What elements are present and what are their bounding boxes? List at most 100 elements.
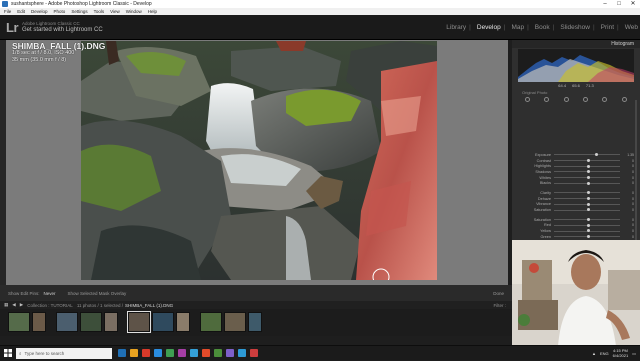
slider-track[interactable] xyxy=(554,175,620,179)
filmstrip-thumbnail[interactable] xyxy=(224,312,246,332)
slider-knob[interactable] xyxy=(587,191,590,195)
notification-icon[interactable]: ▭ xyxy=(632,351,636,356)
module-web[interactable]: Web xyxy=(622,24,638,31)
slider-value[interactable]: 0 xyxy=(620,223,634,227)
slider-value[interactable]: 0 xyxy=(620,159,634,163)
spot-removal-icon[interactable] xyxy=(544,97,550,102)
slider-value[interactable]: 1.35 xyxy=(620,153,634,157)
taskbar-app-icon[interactable] xyxy=(154,349,162,357)
slider-track[interactable] xyxy=(554,181,620,185)
menu-view[interactable]: View xyxy=(110,9,120,14)
adjustment-brush-icon[interactable] xyxy=(621,97,627,102)
slider-knob[interactable] xyxy=(594,153,598,157)
slider-knob[interactable] xyxy=(587,175,590,179)
filmstrip-thumbnail[interactable] xyxy=(32,312,46,332)
slider-value[interactable]: 0 xyxy=(620,170,634,174)
photo-preview[interactable] xyxy=(81,41,437,280)
slider-track[interactable] xyxy=(554,235,620,239)
slider-value[interactable]: 0 xyxy=(620,208,634,212)
slider-knob[interactable] xyxy=(587,170,590,174)
histogram[interactable] xyxy=(518,49,634,82)
edit-pins-select[interactable]: Never xyxy=(44,291,56,296)
module-library[interactable]: Library xyxy=(443,24,466,31)
slider-knob[interactable] xyxy=(587,164,590,168)
forward-arrow-icon[interactable]: ▶ xyxy=(20,302,23,308)
module-print[interactable]: Print xyxy=(598,24,614,31)
taskbar-app-icon[interactable] xyxy=(250,349,258,357)
filmstrip-thumbnail[interactable] xyxy=(248,312,262,332)
original-photo-label[interactable]: Original Photo xyxy=(522,90,547,95)
red-eye-icon[interactable] xyxy=(563,97,569,102)
histogram-header[interactable]: Histogram xyxy=(512,40,640,48)
menu-tools[interactable]: Tools xyxy=(94,9,105,14)
maximize-button[interactable]: □ xyxy=(612,0,626,8)
taskbar-app-icon[interactable] xyxy=(142,349,150,357)
back-arrow-icon[interactable]: ◀ xyxy=(12,302,15,308)
radial-filter-icon[interactable] xyxy=(602,97,608,102)
network-icon[interactable]: ▲ xyxy=(592,351,596,356)
clock[interactable]: 4:15 PM 6/4/2021 xyxy=(613,348,629,358)
slider-track[interactable] xyxy=(554,208,620,212)
taskbar-app-icon[interactable] xyxy=(166,349,174,357)
slider-track[interactable] xyxy=(554,229,620,233)
taskbar-app-icon[interactable] xyxy=(178,349,186,357)
crop-tool-icon[interactable] xyxy=(525,97,531,102)
menu-file[interactable]: File xyxy=(4,9,11,14)
graduated-filter-icon[interactable] xyxy=(583,97,589,102)
slider-value[interactable]: 0 xyxy=(620,235,634,239)
filmstrip-thumbnail[interactable] xyxy=(200,312,222,332)
slider-track[interactable] xyxy=(554,170,620,174)
language-indicator[interactable]: ENG xyxy=(600,351,609,356)
filmstrip-thumbnail[interactable] xyxy=(8,312,30,332)
taskbar-app-icon[interactable] xyxy=(226,349,234,357)
slider-value[interactable]: 0 xyxy=(620,181,634,185)
minimize-button[interactable]: – xyxy=(598,0,612,8)
taskbar-app-icon[interactable] xyxy=(118,349,126,357)
close-button[interactable]: ✕ xyxy=(626,0,640,8)
slider-value[interactable]: 0 xyxy=(620,229,634,233)
grid-view-icon[interactable]: ▦ xyxy=(4,302,8,308)
module-develop[interactable]: Develop xyxy=(474,24,501,31)
mask-overlay-checkbox[interactable]: Show Selected Mask Overlay xyxy=(68,291,127,296)
slider-track[interactable] xyxy=(554,158,620,162)
slider-knob[interactable] xyxy=(587,181,590,185)
slider-knob[interactable] xyxy=(587,235,590,239)
done-button[interactable]: Done xyxy=(493,291,504,296)
slider-knob[interactable] xyxy=(587,229,590,233)
taskbar-app-icon[interactable] xyxy=(202,349,210,357)
module-slideshow[interactable]: Slideshow xyxy=(557,24,590,31)
taskbar-app-icon[interactable] xyxy=(214,349,222,357)
slider-track[interactable] xyxy=(554,153,620,157)
slider-value[interactable]: 0 xyxy=(620,202,634,206)
menu-develop[interactable]: Develop xyxy=(31,9,48,14)
filter-label[interactable]: Filter : xyxy=(493,303,506,308)
slider-knob[interactable] xyxy=(587,218,590,222)
slider-track[interactable] xyxy=(554,164,620,168)
start-button[interactable] xyxy=(0,346,16,361)
filmstrip-thumbnail[interactable] xyxy=(152,312,174,332)
slider-value[interactable]: 0 xyxy=(620,164,634,168)
menu-settings[interactable]: Settings xyxy=(71,9,87,14)
menu-photo[interactable]: Photo xyxy=(54,9,66,14)
taskbar-app-icon[interactable] xyxy=(130,349,138,357)
slider-value[interactable]: 0 xyxy=(620,197,634,201)
filmstrip-thumbnail[interactable] xyxy=(104,312,118,332)
slider-track[interactable] xyxy=(554,223,620,227)
taskbar-app-icon[interactable] xyxy=(238,349,246,357)
filmstrip-thumbnail[interactable] xyxy=(56,312,78,332)
filmstrip-thumbnail[interactable] xyxy=(80,312,102,332)
slider-knob[interactable] xyxy=(587,223,590,227)
slider-knob[interactable] xyxy=(587,202,590,206)
taskbar-app-icon[interactable] xyxy=(190,349,198,357)
menu-help[interactable]: Help xyxy=(148,9,157,14)
slider-value[interactable]: 0 xyxy=(620,218,634,222)
slider-track[interactable] xyxy=(554,191,620,195)
slider-track[interactable] xyxy=(554,202,620,206)
collection-label[interactable]: Collection : TUTORIAL xyxy=(27,303,73,308)
taskbar-search[interactable]: ⌕ Type here to search xyxy=(16,347,112,359)
slider-knob[interactable] xyxy=(587,158,590,162)
menu-window[interactable]: Window xyxy=(126,9,142,14)
slider-value[interactable]: 0 xyxy=(620,176,634,180)
slider-knob[interactable] xyxy=(587,196,590,200)
slider-track[interactable] xyxy=(554,196,620,200)
